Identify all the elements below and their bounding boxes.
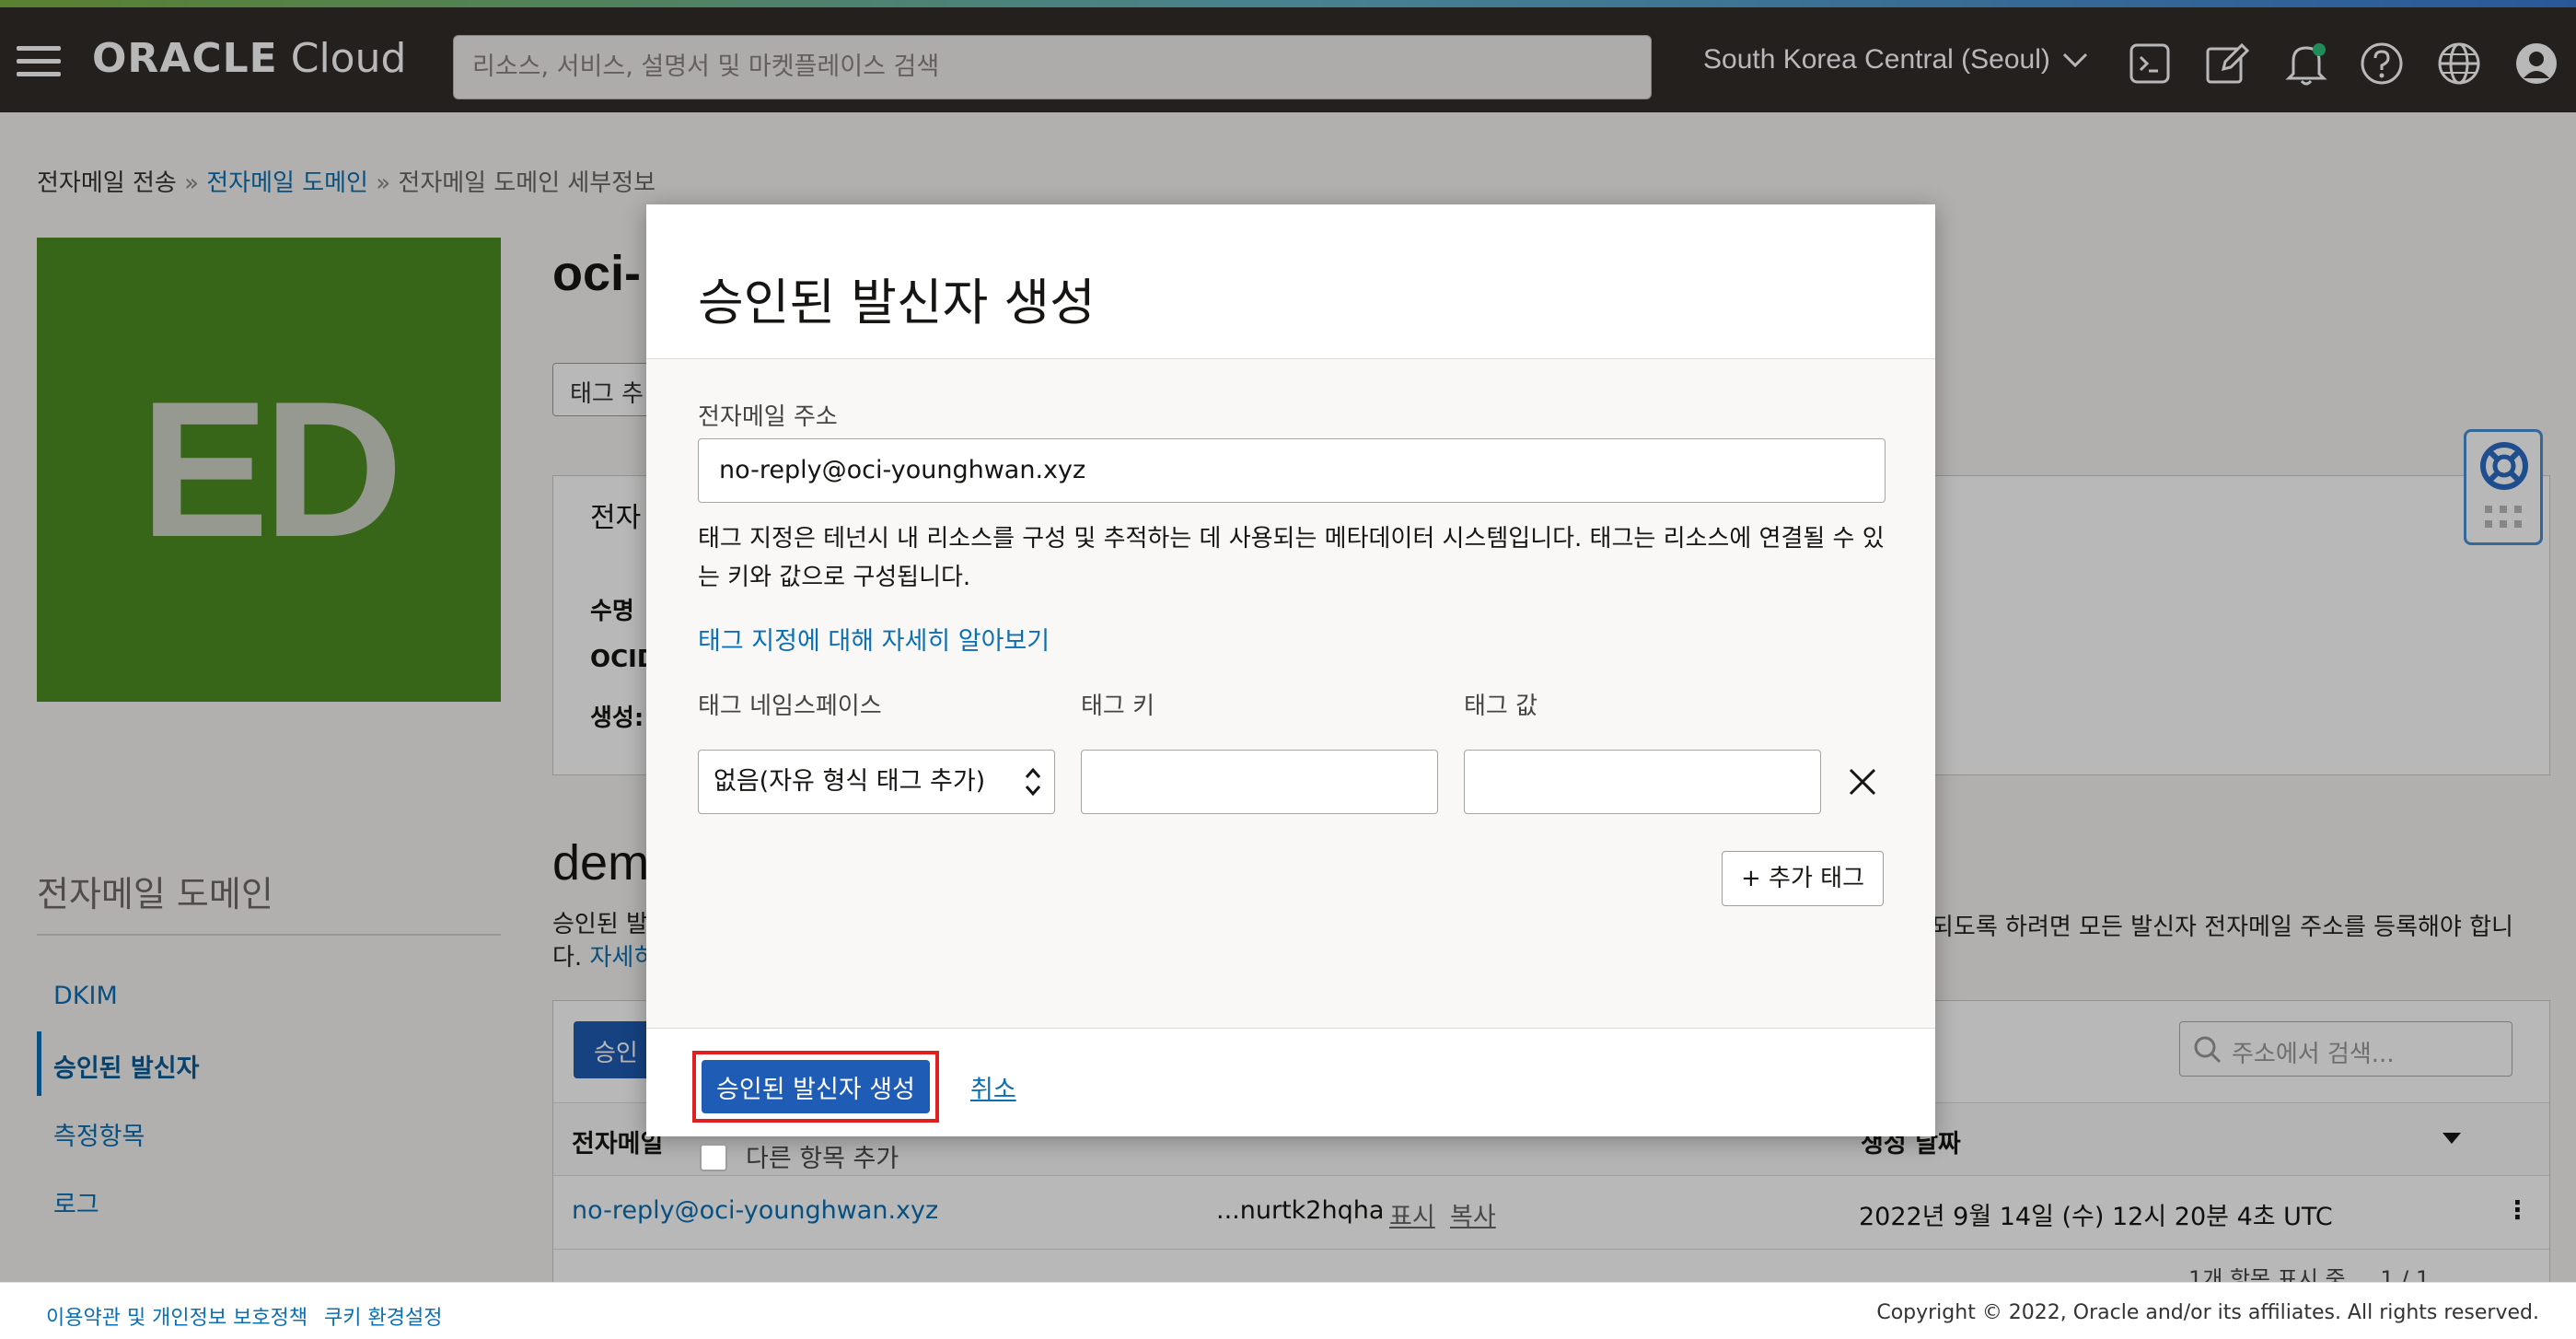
dialog-header: 승인된 발신자 생성: [646, 204, 1935, 359]
tagging-help-text: 태그 지정은 테넌시 내 리소스를 구성 및 추적하는 데 사용되는 메타데이터…: [698, 525, 1885, 591]
tag-namespace-label: 태그 네임스페이스: [698, 693, 882, 720]
add-another-tag-button[interactable]: + 추가 태그: [1722, 851, 1884, 906]
tag-value-input[interactable]: [1464, 750, 1821, 814]
create-approved-sender-button[interactable]: 승인된 발신자 생성: [702, 1060, 930, 1113]
add-another-label: 다른 항목 추가: [746, 1145, 899, 1173]
tag-key-label: 태그 키: [1081, 693, 1155, 720]
tag-value-label: 태그 값: [1464, 693, 1538, 720]
create-button-highlight: 승인된 발신자 생성: [692, 1051, 939, 1123]
create-approved-sender-dialog: 승인된 발신자 생성 전자메일 주소 no-reply@oci-younghwa…: [646, 204, 1935, 1173]
add-another-checkbox[interactable]: [700, 1144, 727, 1171]
email-address-input[interactable]: no-reply@oci-younghwan.xyz: [698, 438, 1886, 503]
dialog-title: 승인된 발신자 생성: [698, 274, 1096, 332]
tagging-learn-more-link[interactable]: 태그 지정에 대해 자세히 알아보기: [698, 621, 1050, 657]
page-footer: 이용약관 및 개인정보 보호정책 쿠키 환경설정 Copyright © 202…: [0, 1282, 2576, 1339]
tag-key-input[interactable]: [1081, 750, 1438, 814]
select-arrows-icon: [1025, 767, 1041, 797]
footer-terms-link[interactable]: 이용약관 및 개인정보 보호정책: [46, 1301, 307, 1331]
dialog-footer: 승인된 발신자 생성 취소: [646, 1028, 1935, 1136]
tag-namespace-select[interactable]: 없음(자유 형식 태그 추가): [698, 750, 1055, 814]
email-address-label: 전자메일 주소: [698, 403, 838, 431]
cancel-link[interactable]: 취소: [970, 1069, 1016, 1105]
footer-cookies-link[interactable]: 쿠키 환경설정: [324, 1301, 442, 1331]
remove-tag-close-icon[interactable]: [1843, 763, 1882, 801]
dialog-body: 전자메일 주소 no-reply@oci-younghwan.xyz 태그 지정…: [646, 359, 1935, 1173]
footer-copyright: Copyright © 2022, Oracle and/or its affi…: [1876, 1301, 2539, 1324]
tag-namespace-selected: 없음(자유 형식 태그 추가): [714, 767, 986, 796]
